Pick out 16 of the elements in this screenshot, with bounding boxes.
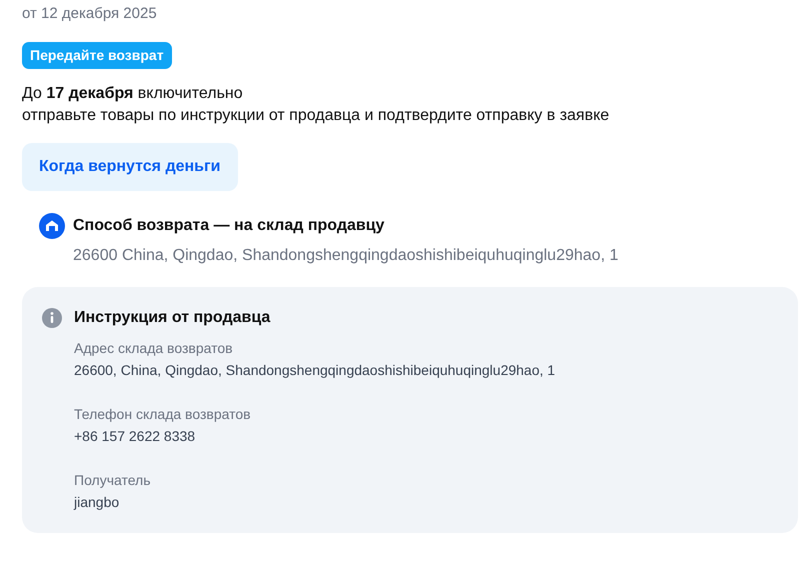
return-address: 26600 China, Qingdao, Shandongshengqingdaoshishibeiquhuqinglu29hao, 1: [73, 246, 618, 266]
field-label: Телефон склада возвратов: [74, 405, 251, 424]
return-method-title: Способ возврата — на склад продавцу: [73, 216, 384, 236]
info-icon: [41, 307, 63, 329]
field-value: jiangbo: [74, 493, 120, 512]
refund-info-button[interactable]: Когда вернутся деньги: [22, 143, 238, 191]
field-value: +86 157 2622 8338: [74, 427, 196, 446]
field-label: Получатель: [74, 471, 151, 490]
field-label: Адрес склада возвратов: [74, 339, 233, 358]
card-title: Инструкция от продавца: [74, 308, 270, 328]
order-date: от 12 декабря 2025: [22, 4, 157, 24]
deadline-text: До 17 декабря включительно: [22, 84, 243, 104]
instruction-text: отправьте товары по инструкции от продавца и подтвердите отправку в заявке: [22, 106, 610, 126]
status-badge: Передайте возврат: [22, 42, 172, 69]
warehouse-icon: [39, 213, 65, 239]
field-value: 26600, China, Qingdao, Shandongshengqingdaoshishibeiquhuqinglu29hao, 1: [74, 361, 556, 380]
